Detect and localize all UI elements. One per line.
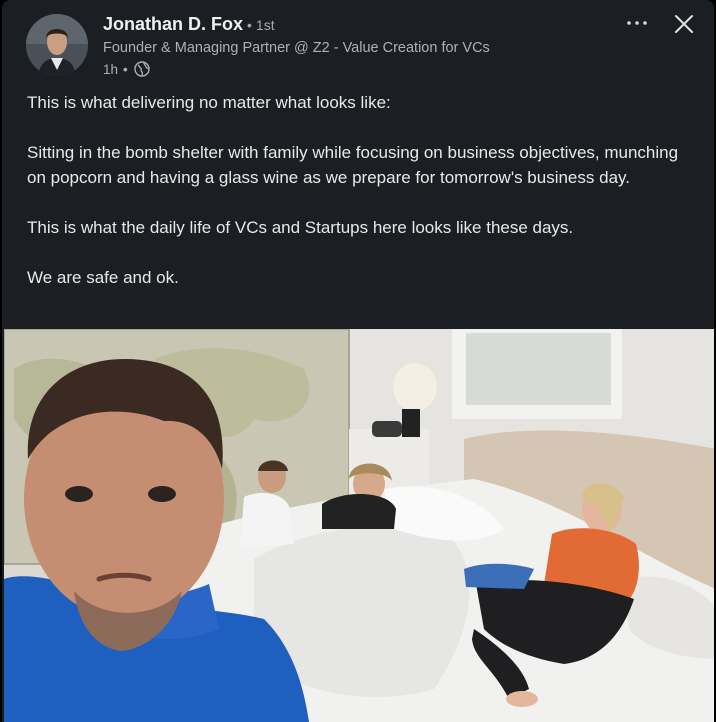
time-separator: • — [123, 61, 128, 77]
post-time: 1h — [103, 61, 119, 77]
connection-degree: 1st — [255, 17, 275, 33]
post-body: This is what delivering no matter what l… — [27, 90, 697, 290]
post-modal: Jonathan D. Fox • 1st Founder & Managing… — [2, 0, 714, 722]
post-paragraph: Sitting in the bomb shelter with family … — [27, 143, 679, 187]
post-header: Jonathan D. Fox • 1st Founder & Managing… — [2, 0, 714, 82]
post-paragraph: This is what delivering no matter what l… — [27, 93, 391, 112]
post-meta: 1h • — [103, 61, 150, 77]
more-options-button[interactable] — [622, 10, 652, 36]
author-headline: Founder & Managing Partner @ Z2 - Value … — [103, 40, 490, 56]
post-paragraph: This is what the daily life of VCs and S… — [27, 218, 574, 237]
post-paragraph: We are safe and ok. — [27, 268, 179, 287]
separator-dot: • — [247, 17, 252, 33]
globe-icon — [134, 61, 150, 77]
avatar-image — [26, 14, 88, 76]
post-photo[interactable] — [4, 329, 714, 722]
ellipsis-icon — [627, 21, 647, 25]
author-line: Jonathan D. Fox • 1st — [103, 14, 275, 38]
close-button[interactable] — [669, 10, 699, 38]
post-photo-image — [4, 329, 714, 722]
avatar[interactable] — [26, 14, 88, 76]
close-icon — [675, 15, 693, 33]
author-name[interactable]: Jonathan D. Fox — [103, 14, 243, 35]
